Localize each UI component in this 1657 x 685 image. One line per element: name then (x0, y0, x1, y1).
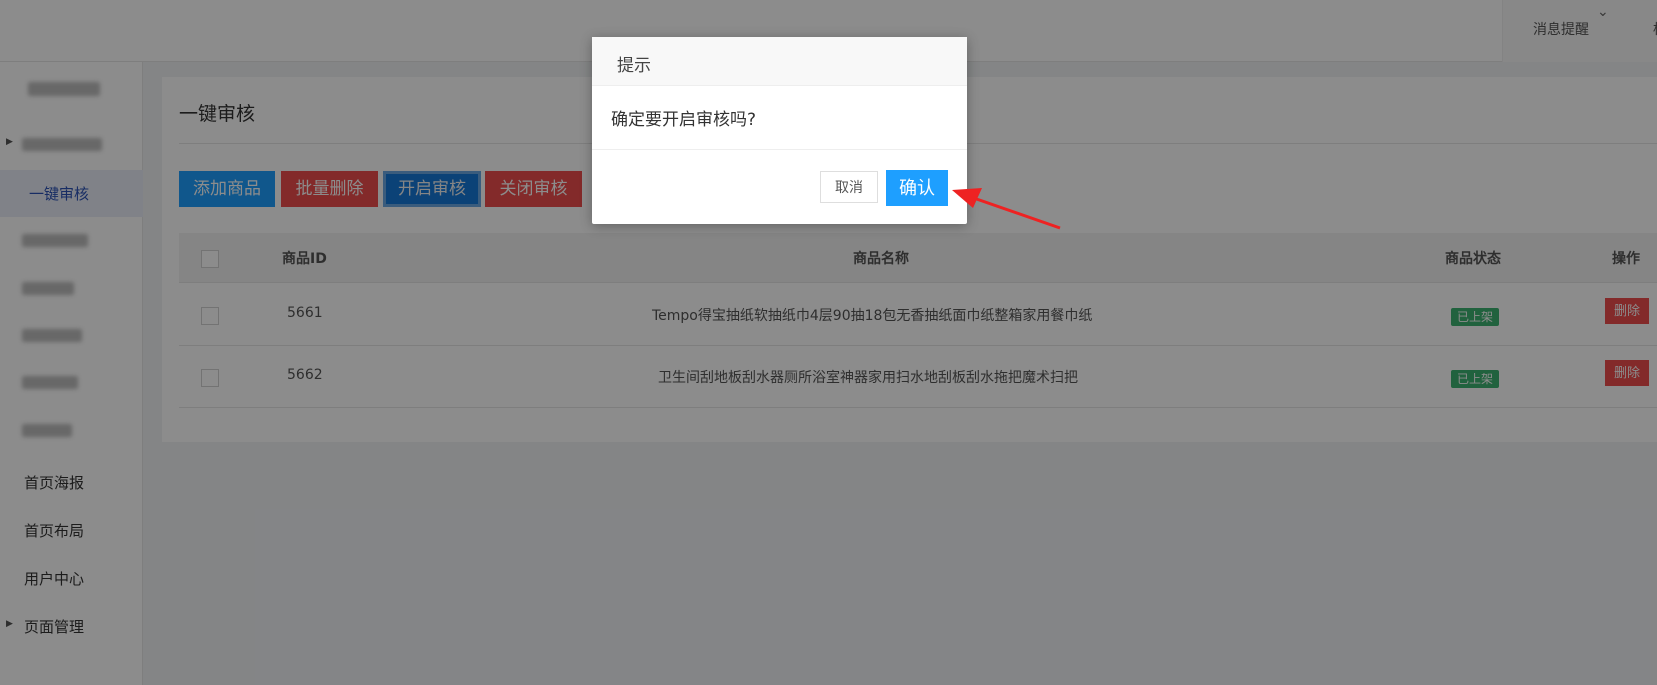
arrow-shaft (964, 193, 1061, 230)
annotation-arrow-icon (952, 188, 1061, 230)
arrow-head (952, 188, 982, 208)
